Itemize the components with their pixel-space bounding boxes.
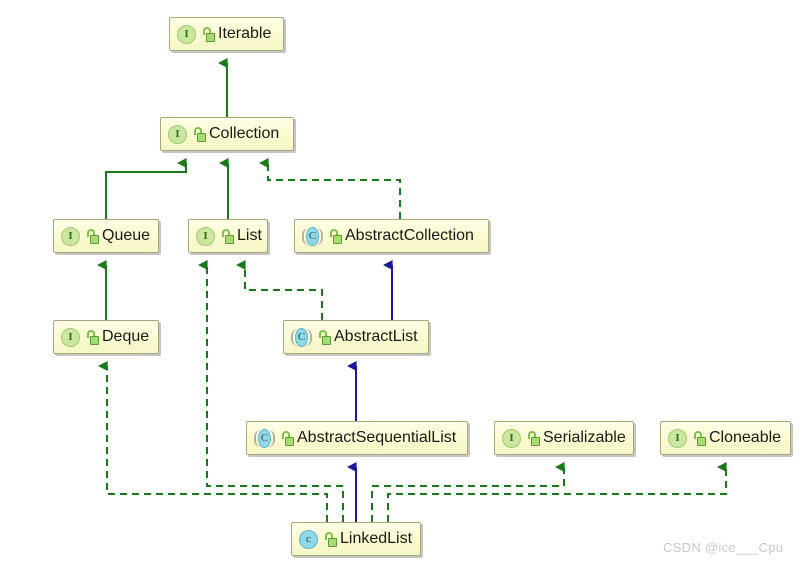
public-unlock-icon <box>86 228 99 244</box>
node-linkedlist[interactable]: c LinkedList <box>291 522 421 556</box>
node-label: Deque <box>102 328 150 345</box>
abstract-class-icon: C <box>291 327 312 347</box>
public-unlock-icon <box>193 126 206 142</box>
edge-layer <box>96 57 727 522</box>
class-icon: c <box>299 529 318 549</box>
node-label: Queue <box>102 227 151 244</box>
node-collection[interactable]: I Collection <box>160 117 294 151</box>
interface-icon: I <box>502 428 521 448</box>
public-unlock-icon <box>86 329 99 345</box>
node-queue[interactable]: I Queue <box>53 219 159 253</box>
csdn-watermark: CSDN @ice___Cpu <box>663 540 784 555</box>
public-unlock-icon <box>202 26 215 42</box>
abstract-class-icon: C <box>302 226 323 246</box>
node-label: LinkedList <box>340 530 413 547</box>
node-iterable[interactable]: I Iterable <box>169 17 284 51</box>
interface-icon: I <box>177 24 196 44</box>
node-label: Serializable <box>543 429 626 446</box>
node-abstractcollection[interactable]: C AbstractCollection <box>294 219 489 253</box>
edge-queue-collection <box>105 157 187 219</box>
edge-linkedlist-cloneable <box>387 461 727 522</box>
node-abstractsequentiallist[interactable]: C AbstractSequentialList <box>246 421 468 455</box>
edge-abstractcollection-collection <box>258 157 401 219</box>
public-unlock-icon <box>324 531 337 547</box>
node-label: AbstractSequentialList <box>297 429 457 446</box>
node-serializable[interactable]: I Serializable <box>494 421 634 455</box>
interface-icon: I <box>61 327 80 347</box>
class-diagram-canvas: I Iterable I Collection I Queue I List C… <box>0 0 804 568</box>
node-abstractlist[interactable]: C AbstractList <box>283 320 429 354</box>
public-unlock-icon <box>527 430 540 446</box>
interface-icon: I <box>61 226 80 246</box>
public-unlock-icon <box>318 329 331 345</box>
public-unlock-icon <box>281 430 294 446</box>
node-label: Iterable <box>218 25 272 42</box>
public-unlock-icon <box>329 228 342 244</box>
node-label: AbstractList <box>334 328 418 345</box>
node-deque[interactable]: I Deque <box>53 320 159 354</box>
interface-icon: I <box>196 226 215 246</box>
node-label: Collection <box>209 125 280 142</box>
node-label: List <box>237 227 262 244</box>
node-cloneable[interactable]: I Cloneable <box>660 421 791 455</box>
abstract-class-icon: C <box>254 428 275 448</box>
node-label: AbstractCollection <box>345 227 474 244</box>
interface-icon: I <box>668 428 687 448</box>
public-unlock-icon <box>693 430 706 446</box>
interface-icon: I <box>168 124 187 144</box>
node-label: Cloneable <box>709 429 782 446</box>
node-list[interactable]: I List <box>188 219 268 253</box>
public-unlock-icon <box>221 228 234 244</box>
edge-abstractlist-list <box>235 259 323 320</box>
